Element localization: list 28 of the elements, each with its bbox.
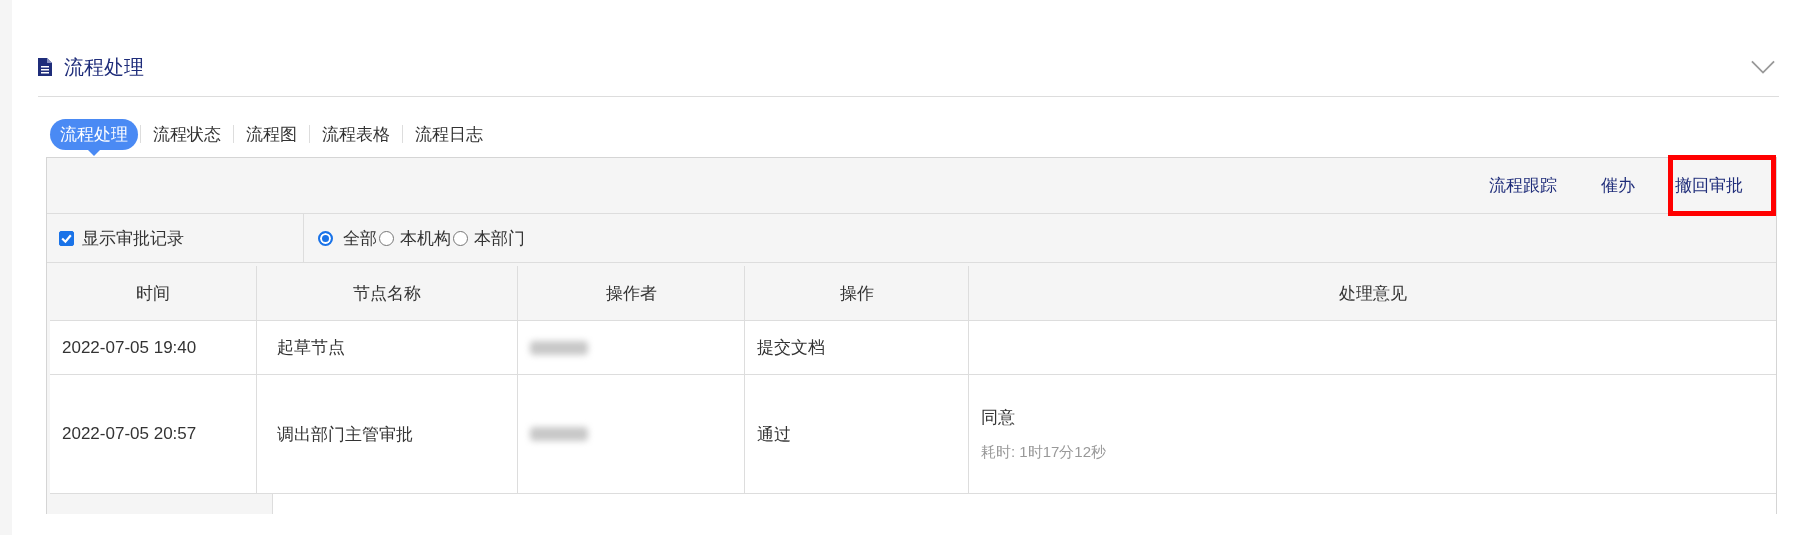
tab[interactable]: 流程日志 [405, 118, 493, 150]
column-header: 节点名称 [257, 266, 518, 321]
action-link[interactable]: 催办 [1590, 165, 1646, 206]
radio-button[interactable] [453, 230, 468, 246]
radio-label: 本机构 [400, 227, 451, 250]
radio-label: 本部门 [474, 227, 525, 250]
comment-text: 同意 [981, 407, 1015, 429]
checkbox-label: 显示审批记录 [82, 227, 184, 250]
table-cell: 起草节点 [257, 321, 518, 375]
action-link[interactable]: 流程跟踪 [1478, 165, 1568, 206]
radio-label: 全部 [343, 227, 377, 250]
radio-button[interactable] [318, 230, 333, 246]
column-header: 操作者 [518, 266, 745, 321]
column-header: 处理意见 [969, 266, 1776, 321]
action-link[interactable]: 撤回审批 [1668, 155, 1776, 216]
tab[interactable]: 流程图 [236, 118, 307, 150]
table-cell: 2022-07-05 19:40 [50, 321, 257, 375]
duration-text: 耗时: 1时17分12秒 [981, 443, 1107, 462]
section-title: 流程处理 [64, 54, 144, 80]
column-header: 操作 [745, 266, 969, 321]
tab[interactable]: 流程表格 [312, 118, 400, 150]
table-cell: 提交文档 [745, 321, 969, 375]
column-header: 时间 [50, 266, 257, 321]
radio-button[interactable] [379, 230, 394, 246]
document-icon [38, 58, 52, 76]
checkbox[interactable] [59, 230, 74, 246]
chevron-down-icon[interactable] [1751, 60, 1775, 74]
tab[interactable]: 流程状态 [143, 118, 231, 150]
